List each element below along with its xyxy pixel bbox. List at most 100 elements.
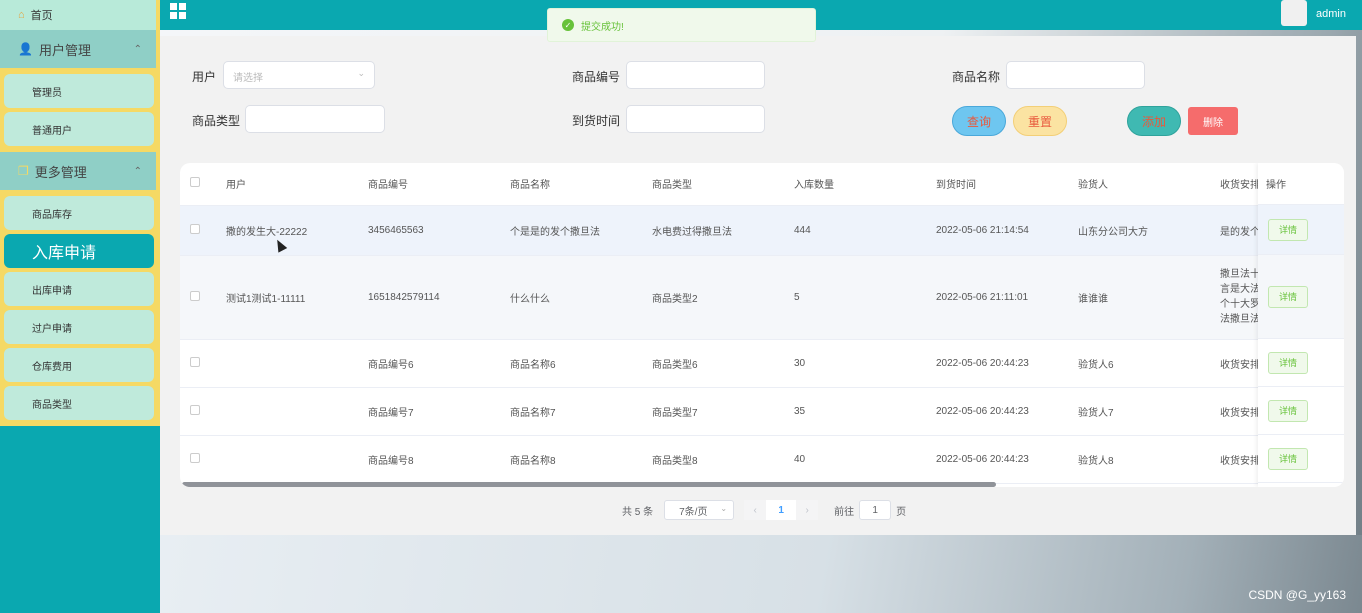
product-name-input[interactable] [1006, 61, 1145, 89]
product-type-input[interactable] [245, 105, 385, 133]
user-select-placeholder: 请选择 [233, 73, 263, 84]
cell-inspector: 验货人7 [1072, 387, 1214, 436]
page-number-current[interactable]: 1 [766, 500, 797, 520]
column-header[interactable]: 商品名称 [504, 163, 646, 206]
cell-name: 商品名称6 [504, 339, 646, 388]
username[interactable]: admin [1316, 8, 1346, 20]
horizontal-scrollbar[interactable] [182, 482, 996, 487]
cell-user: 测试1测试1-11111 [220, 255, 362, 340]
cell-name: 什么什么 [504, 255, 646, 340]
column-header[interactable]: 用户 [220, 163, 362, 206]
page-size-select[interactable]: 7条/页 ⌄ [664, 500, 735, 520]
cell-inspector: 验货人8 [1072, 435, 1214, 484]
goto-suffix: 页 [896, 506, 907, 518]
column-header[interactable]: 到货时间 [930, 163, 1072, 206]
ops-cell: 详情 [1258, 255, 1344, 339]
sidebar-item-inventory[interactable]: 商品库存 [4, 196, 154, 230]
row-select-cell [180, 255, 220, 340]
sidebar-item-label: 仓库费用 [32, 361, 72, 373]
sidebar-menu: ⌂ 首页 👤 用户管理 ⌃ 管理员 普通用户 ❐ 更多管理 ⌃ 商品库存 入库申… [0, 0, 160, 426]
cell-code: 3456465563 [362, 205, 504, 256]
detail-button[interactable]: 详情 [1268, 351, 1308, 374]
cell-type: 商品类型7 [646, 387, 788, 436]
sidebar-item-warehouse-fee[interactable]: 仓库费用 [4, 348, 154, 382]
product-code-input[interactable] [626, 61, 765, 89]
row-checkbox[interactable] [190, 290, 200, 301]
table-row[interactable]: 商品编号7 商品名称7 商品类型7 35 2022-05-06 20:44:23… [180, 387, 1344, 436]
sidebar-item-label: 过户申请 [32, 323, 72, 335]
table-row[interactable]: 撒的发生大-22222 3456465563 个是是的发个撒旦法 水电费过得撒旦… [180, 205, 1344, 256]
cell-code: 商品编号6 [362, 339, 504, 388]
cell-time: 2022-05-06 20:44:23 [930, 435, 1072, 484]
query-button[interactable]: 查询 [952, 106, 1006, 136]
prev-page-button[interactable]: ‹ [744, 500, 767, 520]
content-panel: 用户 请选择 ⌄ 商品编号 商品名称 商品类型 到货时间 查询 重置 添加 删除 [160, 36, 1356, 535]
user-select[interactable]: 请选择 ⌄ [223, 61, 375, 89]
product-type-label: 商品类型 [192, 114, 241, 128]
cell-type: 水电费过得撒旦法 [646, 205, 788, 256]
chevron-up-icon: ⌃ [133, 43, 142, 55]
grid-menu-icon[interactable] [170, 3, 186, 19]
avatar[interactable] [1281, 0, 1307, 26]
main-area: 用户 请选择 ⌄ 商品编号 商品名称 商品类型 到货时间 查询 重置 添加 删除 [160, 30, 1362, 613]
user-label: 用户 [192, 70, 217, 84]
detail-button[interactable]: 详情 [1268, 447, 1308, 470]
product-code-label: 商品编号 [572, 70, 621, 84]
chevron-right-icon: › [805, 504, 809, 516]
row-checkbox[interactable] [190, 223, 200, 234]
cell-user [220, 387, 362, 436]
ops-cell: 详情 [1258, 435, 1344, 483]
table-row[interactable]: 商品编号6 商品名称6 商品类型6 30 2022-05-06 20:44:23… [180, 339, 1344, 388]
delete-button[interactable]: 删除 [1188, 107, 1238, 135]
check-circle-icon: ✓ [562, 19, 574, 31]
select-all-checkbox[interactable] [190, 177, 200, 188]
cell-qty: 444 [788, 205, 930, 256]
chevron-down-icon: ⌄ [357, 68, 365, 78]
success-toast: ✓ 提交成功! [547, 8, 816, 42]
sidebar-item-home[interactable]: ⌂ 首页 [0, 0, 156, 30]
detail-button[interactable]: 详情 [1268, 399, 1308, 422]
detail-button[interactable]: 详情 [1268, 285, 1308, 308]
column-header[interactable]: 验货人 [1072, 163, 1214, 206]
user-icon: 👤 [18, 42, 33, 56]
cell-qty: 30 [788, 339, 930, 388]
sidebar: ⌂ 首页 👤 用户管理 ⌃ 管理员 普通用户 ❐ 更多管理 ⌃ 商品库存 入库申… [0, 0, 160, 613]
table-row[interactable]: 商品编号8 商品名称8 商品类型8 40 2022-05-06 20:44:23… [180, 435, 1344, 484]
sidebar-item-transfer-request[interactable]: 过户申请 [4, 310, 154, 344]
row-checkbox[interactable] [190, 404, 200, 415]
arrival-time-input[interactable] [626, 105, 765, 133]
cell-name: 商品名称8 [504, 435, 646, 484]
column-header[interactable]: 商品编号 [362, 163, 504, 206]
sidebar-group-more-management[interactable]: ❐ 更多管理 ⌃ [0, 152, 156, 190]
cell-time: 2022-05-06 21:11:01 [930, 255, 1072, 340]
row-checkbox[interactable] [190, 452, 200, 463]
sidebar-group-user-management[interactable]: 👤 用户管理 ⌃ [0, 30, 156, 68]
sidebar-item-label: 商品库存 [32, 209, 72, 221]
sidebar-item-inbound-request[interactable]: 入库申请 [4, 234, 154, 268]
sidebar-item-admins[interactable]: 管理员 [4, 74, 154, 108]
cell-inspector: 山东分公司大方 [1072, 205, 1214, 256]
detail-button[interactable]: 详情 [1268, 218, 1308, 241]
sidebar-submenu-user: 管理员 普通用户 [0, 68, 156, 152]
add-button[interactable]: 添加 [1127, 106, 1181, 136]
cell-user: 撒的发生大-22222 [220, 205, 362, 256]
row-select-cell [180, 205, 220, 256]
sidebar-item-label: 入库申请 [32, 245, 97, 262]
row-checkbox[interactable] [190, 356, 200, 367]
sidebar-item-label: 出库申请 [32, 285, 72, 297]
table-row[interactable]: 测试1测试1-11111 1651842579114 什么什么 商品类型2 5 … [180, 255, 1344, 340]
sidebar-item-label: 首页 [30, 10, 53, 22]
sidebar-item-product-type[interactable]: 商品类型 [4, 386, 154, 420]
chevron-down-icon: ⌄ [720, 504, 728, 513]
reset-button[interactable]: 重置 [1013, 106, 1067, 136]
cell-code: 商品编号7 [362, 387, 504, 436]
sidebar-item-normal-users[interactable]: 普通用户 [4, 112, 154, 146]
next-page-button[interactable]: › [796, 500, 819, 520]
cell-user [220, 339, 362, 388]
column-header[interactable]: 商品类型 [646, 163, 788, 206]
sidebar-item-outbound-request[interactable]: 出库申请 [4, 272, 154, 306]
ops-cell: 详情 [1258, 339, 1344, 387]
goto-page-input[interactable]: 1 [859, 500, 892, 520]
sidebar-group-label: 更多管理 [34, 164, 87, 180]
column-header[interactable]: 入库数量 [788, 163, 930, 206]
